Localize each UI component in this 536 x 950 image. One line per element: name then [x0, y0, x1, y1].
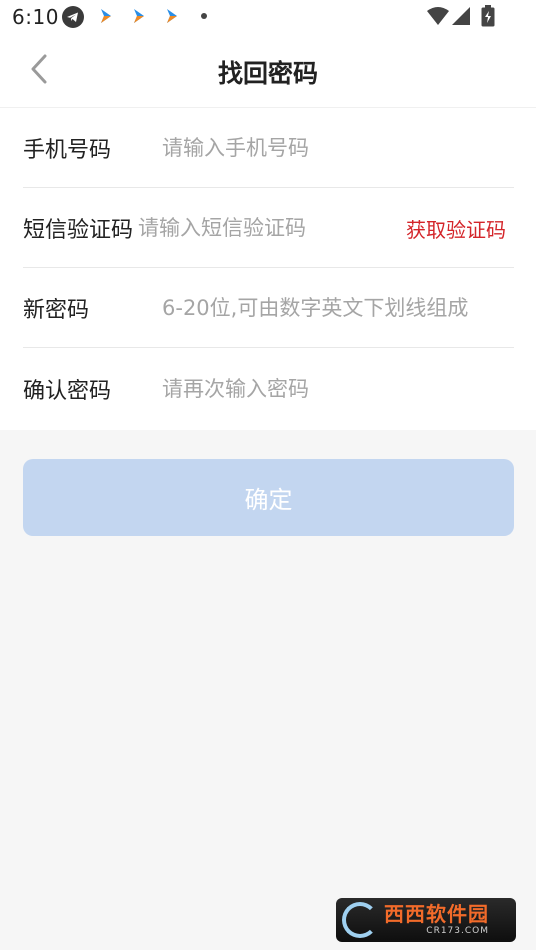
confirm-password-label: 确认密码: [23, 379, 112, 404]
telegram-icon: [62, 6, 84, 28]
app-icon: [96, 6, 116, 26]
wifi-icon: [426, 6, 450, 30]
watermark-text: 西西软件园: [384, 902, 489, 926]
page-title: 找回密码: [217, 59, 318, 88]
new-password-row: 新密码: [23, 268, 514, 348]
status-time: 6:10: [12, 5, 59, 29]
nav-bar: 找回密码: [0, 34, 536, 108]
phone-row: 手机号码: [23, 108, 514, 188]
confirm-password-input[interactable]: [162, 369, 514, 409]
phone-input[interactable]: [162, 128, 514, 168]
new-password-label: 新密码: [23, 298, 90, 323]
reset-password-form: 手机号码 短信验证码 获取验证码 新密码 确认密码: [0, 108, 536, 430]
notification-dot-icon: [201, 13, 207, 19]
signal-icon: [451, 6, 471, 30]
phone-label: 手机号码: [23, 138, 112, 163]
watermark-subtext: CR173.COM: [426, 926, 489, 936]
sms-code-row: 短信验证码 获取验证码: [23, 188, 514, 268]
sms-code-input[interactable]: [138, 208, 406, 248]
watermark-c-icon: [342, 902, 378, 938]
battery-icon: [481, 5, 495, 31]
new-password-input[interactable]: [162, 288, 514, 328]
divider: [23, 347, 514, 348]
confirm-button[interactable]: 确定: [23, 459, 514, 536]
status-bar: 6:10: [0, 0, 536, 34]
watermark-logo: 西西软件园 CR173.COM: [336, 898, 516, 942]
sms-code-label: 短信验证码: [23, 218, 134, 243]
confirm-password-row: 确认密码: [23, 349, 514, 429]
app-icon: [162, 6, 182, 26]
app-icon: [129, 6, 149, 26]
get-code-button[interactable]: 获取验证码: [406, 214, 506, 243]
